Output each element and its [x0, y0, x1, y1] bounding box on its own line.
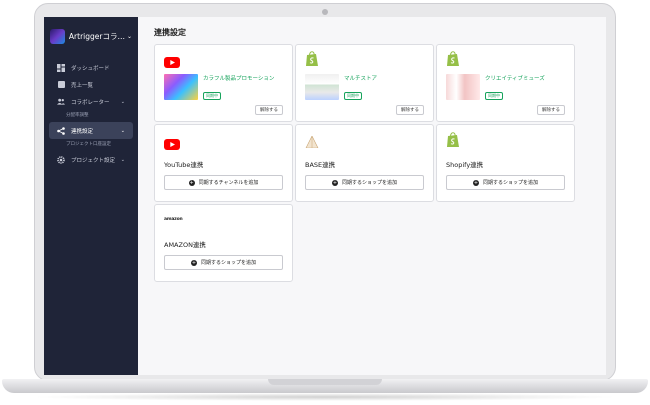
sidebar-item-dashboard[interactable]: ダッシュボード — [49, 59, 133, 76]
sync-status-badge: 同期中 — [485, 92, 503, 100]
camera — [322, 9, 328, 15]
shopify-icon — [305, 51, 321, 66]
button-label: 同期するショップを追加 — [341, 180, 397, 186]
app-screen: Artriggerコラ… ⌄ ダッシュボード 売上一覧 コラボレーター ⌄ 分配… — [44, 17, 606, 375]
main-content: 連携設定 カラフル製品プロモーション 同期中 解除する マルチストア 同期中 解… — [138, 17, 606, 375]
laptop-mockup: Artriggerコラ… ⌄ ダッシュボード 売上一覧 コラボレーター ⌄ 分配… — [0, 0, 650, 405]
linked-account-card: カラフル製品プロモーション 同期中 解除する — [154, 44, 293, 122]
service-title: BASE連携 — [305, 161, 336, 169]
linked-account-card: マルチストア 同期中 解除する — [295, 44, 434, 122]
sidebar-item-label: 連携設定 — [71, 128, 94, 135]
laptop-shadow — [30, 393, 620, 401]
sidebar-item-label: 売上一覧 — [71, 82, 94, 89]
account-name: カラフル製品プロモーション — [203, 76, 275, 82]
project-logo — [50, 28, 65, 44]
chevron-down-icon: ⌄ — [120, 98, 125, 105]
base-icon — [305, 133, 321, 149]
integration-grid: カラフル製品プロモーション 同期中 解除する マルチストア 同期中 解除する ク… — [154, 44, 590, 282]
button-label: 同期するショップを追加 — [482, 180, 538, 186]
youtube-icon — [164, 53, 180, 68]
collaborators-icon — [57, 98, 65, 106]
page-title: 連携設定 — [154, 28, 186, 37]
add-shop-button[interactable]: + 同期するショップを追加 — [164, 255, 283, 270]
chevron-down-icon: ⌄ — [120, 127, 125, 134]
sidebar-item-label: ダッシュボード — [71, 65, 110, 72]
sidebar-item-sales[interactable]: 売上一覧 — [49, 76, 133, 93]
sidebar-item-integration[interactable]: 連携設定 ⌄ — [49, 122, 133, 139]
sidebar-item-label: プロジェクト設定 — [71, 157, 116, 164]
plus-icon: + — [188, 179, 195, 186]
add-channel-button[interactable]: + 同期するチャンネルを追加 — [164, 175, 283, 190]
account-name: クリエイティブミューズ — [485, 76, 545, 82]
add-shop-button[interactable]: + 同期するショップを追加 — [305, 175, 424, 190]
account-name: マルチストア — [344, 76, 378, 82]
service-title: YouTube連携 — [164, 161, 204, 169]
sidebar: Artriggerコラ… ⌄ ダッシュボード 売上一覧 コラボレーター ⌄ 分配… — [44, 17, 138, 375]
shopify-icon — [446, 132, 462, 147]
account-thumbnail — [446, 74, 480, 100]
unlink-button[interactable]: 解除する — [255, 105, 283, 115]
unlink-button[interactable]: 解除する — [537, 105, 565, 115]
sidebar-item-collaborators[interactable]: コラボレーター ⌄ — [49, 93, 133, 110]
service-title: Shopify連携 — [446, 161, 484, 169]
project-name: Artriggerコラ… — [68, 31, 125, 41]
share-icon — [57, 126, 65, 135]
add-shop-button[interactable]: + 同期するショップを追加 — [446, 175, 565, 190]
youtube-icon — [164, 135, 180, 150]
shopify-icon — [446, 51, 462, 66]
sidebar-item-label: コラボレーター — [71, 99, 110, 106]
plus-icon: + — [331, 179, 338, 186]
amazon-logo: amazon — [164, 217, 183, 222]
sidebar-subitem-project-account[interactable]: プロジェクト口座設定 — [44, 139, 138, 151]
plus-icon: + — [472, 179, 479, 186]
button-label: 同期するチャンネルを追加 — [198, 180, 259, 186]
service-card-base: BASE連携 + 同期するショップを追加 — [295, 124, 434, 202]
service-card-shopify: Shopify連携 + 同期するショップを追加 — [436, 124, 575, 202]
service-card-amazon: amazon AMAZON連携 + 同期するショップを追加 — [154, 204, 293, 282]
unlink-button[interactable]: 解除する — [396, 105, 424, 115]
laptop-notch — [268, 379, 382, 385]
plus-icon: + — [190, 259, 197, 266]
button-label: 同期するショップを追加 — [200, 260, 256, 266]
project-switcher[interactable]: Artriggerコラ… ⌄ — [44, 25, 138, 47]
sidebar-subitem-distribution[interactable]: 分配率調整 — [44, 110, 138, 122]
account-thumbnail — [164, 74, 198, 100]
sidebar-item-project-settings[interactable]: プロジェクト設定 ⌄ — [49, 151, 133, 168]
service-card-youtube: YouTube連携 + 同期するチャンネルを追加 — [154, 124, 293, 202]
gear-icon — [57, 155, 65, 164]
chevron-down-icon: ⌄ — [126, 32, 132, 40]
linked-account-card: クリエイティブミューズ 同期中 解除する — [436, 44, 575, 122]
account-thumbnail — [305, 74, 339, 100]
sync-status-badge: 同期中 — [203, 92, 221, 100]
sync-status-badge: 同期中 — [344, 92, 362, 100]
sales-list-icon — [57, 81, 65, 89]
service-title: AMAZON連携 — [164, 241, 206, 249]
chevron-down-icon: ⌄ — [120, 156, 125, 163]
dashboard-icon — [57, 63, 65, 72]
